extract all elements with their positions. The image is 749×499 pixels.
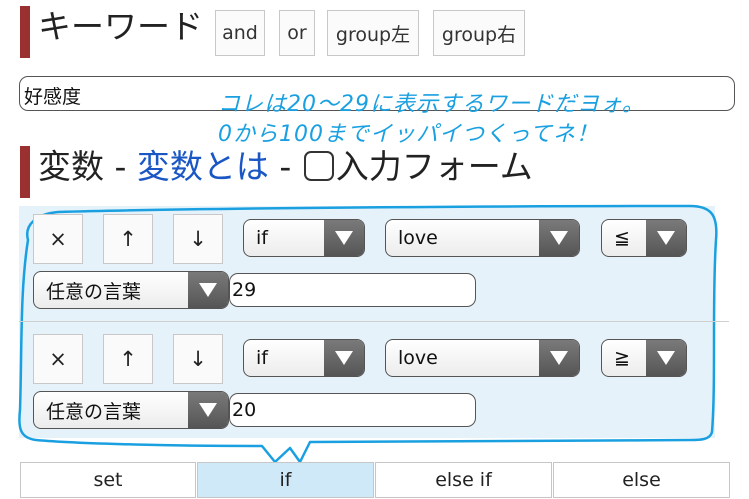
word-select[interactable]: 任意の言葉 <box>33 391 229 429</box>
value-input-text: 20 <box>232 399 257 421</box>
delete-button[interactable]: × <box>33 334 83 384</box>
dropdown-arrow-icon <box>539 340 579 376</box>
and-button[interactable]: and <box>215 10 265 56</box>
select-value: if <box>256 227 268 249</box>
select-value: 任意の言葉 <box>46 280 142 303</box>
operator-select[interactable]: ≦ <box>601 219 687 257</box>
heading-separator: - <box>104 147 137 186</box>
select-value: ≦ <box>614 227 630 249</box>
delete-button[interactable]: × <box>33 214 83 264</box>
condition-type-select[interactable]: if <box>243 219 365 257</box>
select-value: ≧ <box>614 347 630 369</box>
operator-select[interactable]: ≧ <box>601 339 687 377</box>
select-value: love <box>398 227 438 249</box>
word-select[interactable]: 任意の言葉 <box>33 271 229 309</box>
form-checkbox[interactable] <box>303 151 334 181</box>
dropdown-arrow-icon <box>539 220 579 256</box>
move-down-button[interactable]: ↓ <box>173 214 223 264</box>
dropdown-arrow-icon <box>646 220 686 256</box>
dropdown-arrow-icon <box>188 392 228 428</box>
annotation-line-2: 0から100までイッパイつくってネ！ <box>218 122 599 147</box>
value-input-text: 29 <box>232 279 257 301</box>
move-up-button[interactable]: ↑ <box>103 334 153 384</box>
variables-accent-bar <box>20 146 30 198</box>
dropdown-arrow-icon <box>324 340 364 376</box>
variable-select[interactable]: love <box>385 219 580 257</box>
dropdown-arrow-icon <box>646 340 686 376</box>
value-input[interactable]: 29 <box>229 273 476 307</box>
annotation-line-1: コレは20〜29に表示するワードだヨォ。 <box>218 92 645 117</box>
page-title: キーワード <box>38 7 203 46</box>
dropdown-arrow-icon <box>324 220 364 256</box>
heading-separator: - <box>268 147 302 186</box>
variable-select[interactable]: love <box>385 339 580 377</box>
form-label: 入力フォーム <box>335 147 533 186</box>
value-input[interactable]: 20 <box>229 393 476 427</box>
select-value: love <box>398 347 438 369</box>
group-left-button[interactable]: group左 <box>327 10 419 56</box>
dropdown-arrow-icon <box>188 272 228 308</box>
or-button[interactable]: or <box>279 10 315 56</box>
select-value: if <box>256 347 268 369</box>
heading-accent-bar <box>20 6 30 58</box>
what-is-variable-link[interactable]: 変数とは <box>137 147 269 186</box>
tab-else[interactable]: else <box>553 462 730 498</box>
group-right-button[interactable]: group右 <box>433 10 525 56</box>
keyword-input-value: 好感度 <box>24 86 82 108</box>
tab-if[interactable]: if <box>197 462 374 498</box>
variables-title: 変数 <box>38 147 104 186</box>
move-up-button[interactable]: ↑ <box>103 214 153 264</box>
variables-heading: 変数 - 変数とは - 入力フォーム <box>38 150 533 183</box>
move-down-button[interactable]: ↓ <box>173 334 223 384</box>
condition-type-select[interactable]: if <box>243 339 365 377</box>
tab-else-if[interactable]: else if <box>375 462 552 498</box>
tab-set[interactable]: set <box>20 462 196 498</box>
select-value: 任意の言葉 <box>46 400 142 423</box>
row-divider <box>19 321 729 322</box>
